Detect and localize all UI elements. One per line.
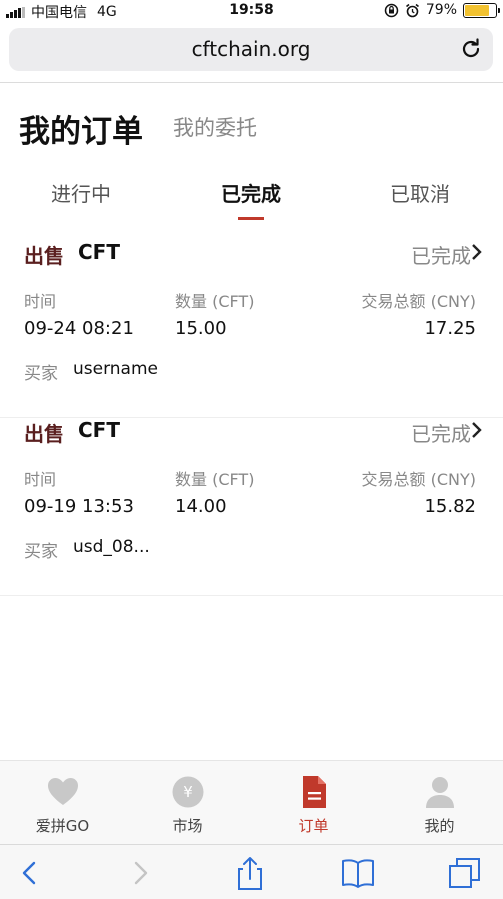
bottom-nav: 爱拼GO ¥ 市场 订单 我的 bbox=[0, 760, 503, 844]
time-label: 时间 bbox=[24, 292, 57, 311]
toolbar-divider bbox=[0, 82, 503, 83]
battery-icon bbox=[463, 2, 500, 18]
buyer-label: 买家 bbox=[24, 542, 58, 562]
order-card[interactable]: 出售 CFT 已完成 时间 数量 (CFT) 交易总额 (CNY) 09-19 … bbox=[0, 418, 503, 596]
total-label: 交易总额 (CNY) bbox=[361, 470, 477, 489]
chevron-right-icon[interactable] bbox=[471, 243, 483, 261]
tab-completed[interactable]: 已完成 bbox=[191, 178, 311, 220]
heart-icon bbox=[47, 778, 78, 805]
order-status-tabs: 进行中 已完成 已取消 bbox=[0, 178, 503, 222]
battery-percent: 79% bbox=[425, 2, 457, 18]
nav-item-mine[interactable]: 我的 bbox=[377, 761, 502, 836]
order-quantity: 15.00 bbox=[175, 318, 227, 339]
nav-label: 我的 bbox=[424, 817, 455, 835]
buyer-name: usd_08... bbox=[73, 537, 150, 557]
order-coin: CFT bbox=[78, 240, 120, 264]
order-status[interactable]: 已完成 bbox=[411, 418, 471, 447]
status-bar: 中国电信 4G 19:58 79% bbox=[0, 0, 503, 22]
order-time: 09-19 13:53 bbox=[24, 496, 134, 517]
url-text[interactable]: cftchain.org bbox=[9, 37, 493, 61]
reload-icon[interactable] bbox=[459, 37, 483, 61]
browser-toolbar bbox=[0, 844, 503, 899]
order-time: 09-24 08:21 bbox=[24, 318, 134, 339]
order-card[interactable]: 出售 CFT 已完成 时间 数量 (CFT) 交易总额 (CNY) 09-24 … bbox=[0, 240, 503, 418]
tab-in-progress[interactable]: 进行中 bbox=[21, 178, 141, 207]
address-bar[interactable]: cftchain.org bbox=[9, 28, 493, 71]
chevron-right-icon[interactable] bbox=[471, 421, 483, 439]
nav-item-aipin-go[interactable]: 爱拼GO bbox=[0, 761, 125, 836]
quantity-label: 数量 (CFT) bbox=[175, 470, 255, 489]
buyer-name: username bbox=[73, 359, 158, 379]
order-total: 15.82 bbox=[424, 496, 476, 517]
active-tab-indicator bbox=[238, 217, 264, 220]
tab-label: 已取消 bbox=[390, 182, 450, 206]
orientation-lock-icon bbox=[384, 3, 399, 17]
tab-my-entrust[interactable]: 我的委托 bbox=[173, 112, 257, 142]
nav-label: 市场 bbox=[172, 817, 203, 835]
order-status[interactable]: 已完成 bbox=[411, 240, 471, 269]
quantity-label: 数量 (CFT) bbox=[175, 292, 255, 311]
page-title: 我的订单 bbox=[19, 114, 143, 150]
person-icon bbox=[425, 777, 454, 808]
tab-cancelled[interactable]: 已取消 bbox=[360, 178, 480, 207]
svg-text:¥: ¥ bbox=[183, 783, 193, 801]
nav-item-market[interactable]: ¥ 市场 bbox=[125, 761, 250, 836]
order-coin: CFT bbox=[78, 418, 120, 442]
share-icon[interactable] bbox=[232, 855, 268, 891]
order-quantity: 14.00 bbox=[175, 496, 227, 517]
document-icon bbox=[302, 776, 326, 808]
yuan-icon: ¥ bbox=[172, 776, 203, 808]
alarm-icon bbox=[405, 3, 419, 17]
tabs-icon[interactable] bbox=[447, 855, 483, 891]
order-type: 出售 bbox=[24, 422, 64, 446]
total-label: 交易总额 (CNY) bbox=[361, 292, 477, 311]
order-type: 出售 bbox=[24, 244, 64, 268]
nav-label: 订单 bbox=[298, 817, 329, 835]
tab-label: 已完成 bbox=[221, 182, 281, 206]
nav-label: 爱拼GO bbox=[35, 817, 90, 835]
forward-icon[interactable] bbox=[122, 855, 158, 891]
nav-item-orders[interactable]: 订单 bbox=[251, 761, 376, 836]
back-icon[interactable] bbox=[12, 855, 48, 891]
buyer-label: 买家 bbox=[24, 364, 58, 384]
order-total: 17.25 bbox=[424, 318, 476, 339]
bookmarks-icon[interactable] bbox=[340, 855, 376, 891]
tab-label: 进行中 bbox=[51, 182, 111, 206]
time-label: 时间 bbox=[24, 470, 57, 489]
